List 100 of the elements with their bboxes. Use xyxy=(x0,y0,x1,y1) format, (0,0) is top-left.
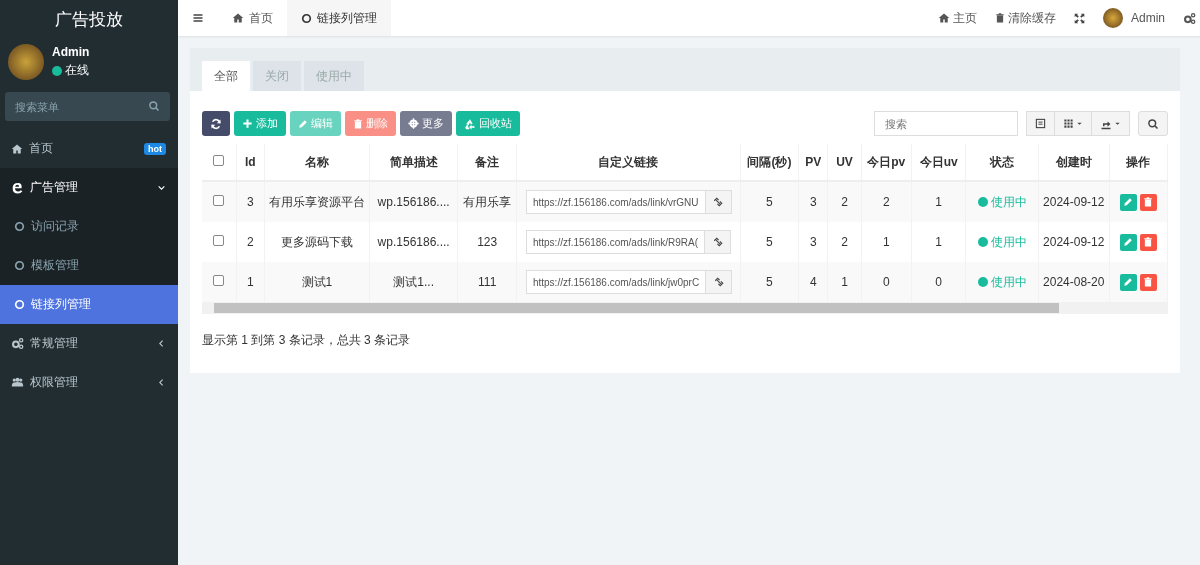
table-cell: 0 xyxy=(911,262,966,302)
edit-button[interactable] xyxy=(1119,233,1137,251)
search-icon xyxy=(1147,117,1159,130)
link-icon xyxy=(713,277,724,287)
table-cell: 0 xyxy=(861,262,912,302)
user-status: 在线 xyxy=(65,62,89,79)
table-cell: 4 xyxy=(798,262,828,302)
header-link[interactable]: 清除缓存 xyxy=(986,9,1065,27)
link-field[interactable]: https://zf.156186.com/ads/link/R9RA( xyxy=(525,230,704,254)
submenu-item[interactable]: 链接列管理 xyxy=(0,285,178,324)
link-button[interactable] xyxy=(704,230,731,254)
pencil-icon xyxy=(298,118,308,129)
users-icon xyxy=(11,376,24,389)
user-name: Admin xyxy=(52,45,90,59)
home-icon xyxy=(938,12,950,24)
menu-group[interactable]: 常规管理 xyxy=(0,324,178,363)
table-cell: 2024-09-12 xyxy=(1038,181,1109,222)
gears-icon xyxy=(11,337,24,350)
table-cell: 1 xyxy=(236,262,265,302)
search-button[interactable] xyxy=(1138,111,1168,136)
recycle-icon xyxy=(464,117,476,130)
delete-button[interactable] xyxy=(1139,233,1157,251)
search-field[interactable]: 搜索 xyxy=(874,111,1018,136)
trash-icon xyxy=(1143,237,1154,247)
pencil-icon xyxy=(1123,237,1134,247)
status-text: 使用中 xyxy=(990,273,1027,291)
menu-item[interactable]: 首页 hot xyxy=(0,129,178,168)
circle-icon xyxy=(14,260,25,271)
link-field[interactable]: https://zf.156186.com/ads/link/jw0prC xyxy=(525,270,706,294)
refresh-icon xyxy=(210,117,222,130)
delete-button[interactable] xyxy=(1139,193,1157,211)
page-tab[interactable]: 首页 xyxy=(218,0,287,36)
row-checkbox[interactable] xyxy=(213,195,225,206)
submenu-item[interactable]: 访问记录 xyxy=(0,207,178,246)
table-cell: 有用乐享 xyxy=(458,181,517,222)
delete-button[interactable] xyxy=(1139,273,1157,291)
trash-icon xyxy=(353,118,363,129)
link-button[interactable] xyxy=(704,190,732,214)
table-cell: 5 xyxy=(740,181,799,222)
table-cell: 5 xyxy=(740,262,799,302)
chevron-down-icon xyxy=(157,183,166,192)
circle-icon xyxy=(301,12,312,24)
pagination-info: 显示第 1 到第 3 条记录，总共 3 条记录 xyxy=(202,332,412,349)
circle-icon xyxy=(14,299,25,310)
table-cell: 测试1 xyxy=(264,262,370,302)
home-icon xyxy=(11,142,23,155)
table-cell: 1 xyxy=(911,181,966,222)
table-cell: 111 xyxy=(458,262,517,302)
status-dot xyxy=(52,65,62,76)
table-cell: 2024-08-20 xyxy=(1038,262,1109,302)
page-tab[interactable]: 链接列管理 xyxy=(287,0,391,36)
horizontal-scrollbar[interactable] xyxy=(202,302,1168,314)
table-cell: 1 xyxy=(827,262,862,302)
grid-icon xyxy=(1063,118,1074,129)
link-icon xyxy=(713,197,724,207)
status-text: 使用中 xyxy=(990,233,1027,251)
more-button[interactable]: 更多 xyxy=(400,111,452,136)
status-text: 使用中 xyxy=(990,193,1027,211)
submenu-item[interactable]: 模板管理 xyxy=(0,246,178,285)
link-icon xyxy=(712,237,723,247)
link-button[interactable] xyxy=(705,270,733,294)
filter-tab[interactable]: 全部 xyxy=(202,61,250,91)
hot-badge: hot xyxy=(144,142,166,155)
menu-icon xyxy=(192,12,204,24)
columns-button[interactable] xyxy=(1055,111,1092,136)
table-cell: 2 xyxy=(861,181,912,222)
table-cell: 有用乐享资源平台 xyxy=(264,181,370,222)
link-field[interactable]: https://zf.156186.com/ads/link/vrGNU xyxy=(525,190,705,214)
menu-group[interactable]: 广告管理 xyxy=(0,168,178,207)
trash-icon xyxy=(995,13,1005,23)
edit-button[interactable] xyxy=(1119,273,1137,291)
user-avatar xyxy=(1103,8,1123,28)
menu-group[interactable]: 权限管理 xyxy=(0,363,178,402)
plus-icon xyxy=(242,118,253,129)
table-cell: 测试1... xyxy=(369,262,458,302)
home-icon xyxy=(232,12,244,24)
export-button[interactable] xyxy=(1092,111,1130,136)
header-link[interactable]: 主页 xyxy=(929,9,986,27)
expand-icon xyxy=(1074,12,1085,24)
search-icon xyxy=(148,100,160,112)
chevron-left-icon xyxy=(157,339,166,348)
table-cell: wp.156186.... xyxy=(369,181,458,222)
row-checkbox[interactable] xyxy=(213,235,225,246)
gears-icon xyxy=(1183,11,1196,25)
row-checkbox[interactable] xyxy=(213,275,225,286)
user-avatar xyxy=(8,44,44,80)
chevron-left-icon xyxy=(157,378,166,387)
caret-icon xyxy=(1114,120,1121,127)
caret-icon xyxy=(1076,120,1083,127)
pencil-icon xyxy=(1123,277,1134,287)
select-all-checkbox[interactable] xyxy=(213,155,225,166)
trash-icon xyxy=(1143,277,1154,287)
pencil-icon xyxy=(1123,197,1134,207)
refresh-button[interactable] xyxy=(202,111,230,136)
circle-icon xyxy=(14,221,25,232)
menu-search-field[interactable]: 搜索菜单 xyxy=(5,92,170,121)
edit-button[interactable] xyxy=(1119,193,1137,211)
trash-icon xyxy=(1143,197,1154,207)
toggle-view-button[interactable] xyxy=(1026,111,1055,136)
user-menu[interactable]: Admin xyxy=(1094,8,1174,28)
